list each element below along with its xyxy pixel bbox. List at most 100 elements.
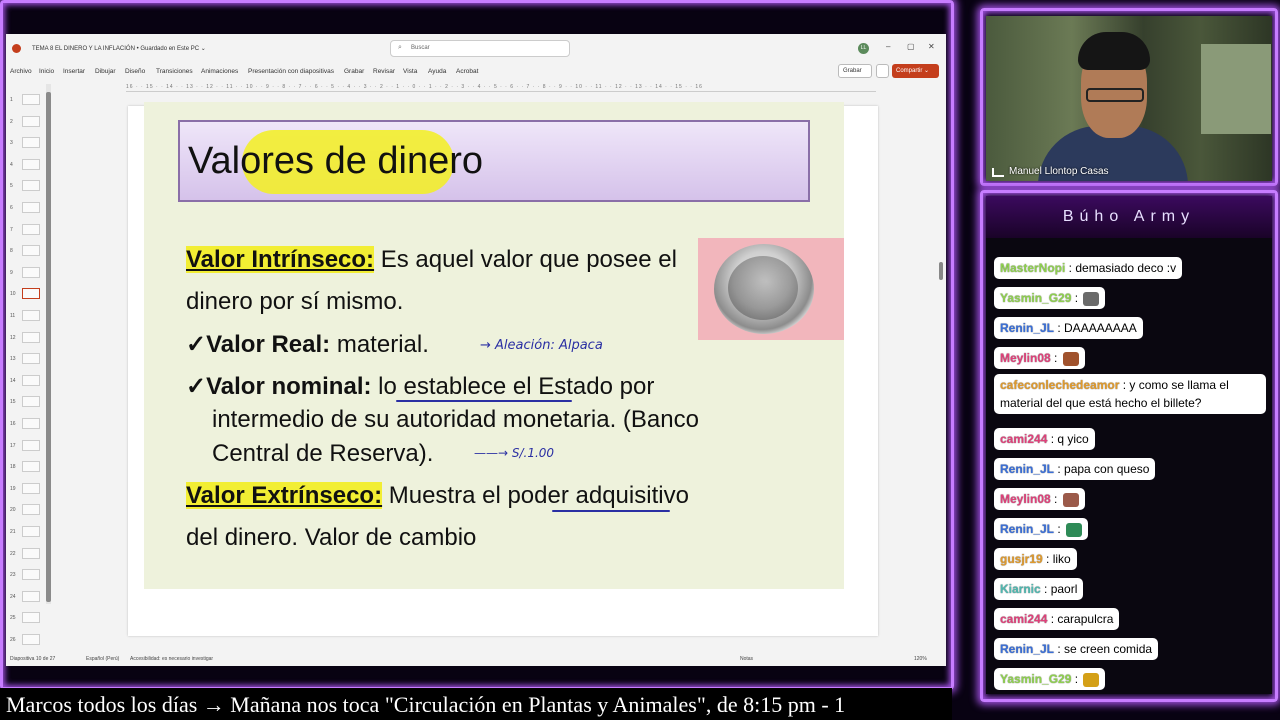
chat-text: : papa con queso: [1054, 462, 1150, 476]
intrinsic-text: Es aquel valor que posee el: [374, 246, 677, 273]
chat-username[interactable]: cami244: [1000, 612, 1047, 626]
slide-thumbnail[interactable]: [22, 245, 40, 257]
chat-username[interactable]: Renin_JL: [1000, 462, 1054, 476]
tab-revisar[interactable]: Revisar: [373, 68, 395, 75]
chat-panel: Búho Army MasterNopi : demasiado deco :v…: [986, 196, 1272, 694]
record-button[interactable]: Grabar: [838, 64, 872, 78]
slide-thumbnail[interactable]: [22, 310, 40, 321]
stream-overlay: { "window": { "title": "TEMA 8 EL DINERO…: [0, 0, 1280, 720]
slide-thumbnail[interactable]: [22, 439, 40, 451]
thumbnail-number: 6: [10, 205, 13, 211]
slide-thumbnail[interactable]: [22, 331, 40, 343]
slide-thumbnail[interactable]: [22, 418, 40, 429]
chat-username[interactable]: MasterNopi: [1000, 261, 1065, 275]
zoom-level[interactable]: 120%: [914, 656, 927, 662]
chat-message: Renin_JL :: [994, 518, 1089, 540]
chat-header: Búho Army: [986, 196, 1272, 238]
slide-thumbnail[interactable]: [22, 288, 40, 300]
slide-thumbnail[interactable]: [22, 374, 40, 386]
slide-thumbnail[interactable]: [22, 137, 40, 149]
chat-username[interactable]: gusjr19: [1000, 552, 1043, 566]
slide-thumbnail[interactable]: [22, 266, 40, 278]
chat-username[interactable]: Yasmin_G29: [1000, 672, 1071, 686]
scrollbar-thumb[interactable]: [939, 262, 943, 280]
maximize-button[interactable]: ▢: [907, 42, 915, 51]
tab-inicio[interactable]: Inicio: [39, 68, 54, 75]
chat-username[interactable]: Renin_JL: [1000, 321, 1054, 335]
tab-grabar[interactable]: Grabar: [344, 68, 364, 75]
tab-presentacion[interactable]: Presentación con diapositivas: [248, 68, 334, 75]
tab-dibujar[interactable]: Dibujar: [95, 68, 116, 75]
editor-scrollbar[interactable]: [939, 92, 943, 652]
chat-username[interactable]: Renin_JL: [1000, 642, 1054, 656]
language-indicator[interactable]: Español (Perú): [86, 656, 119, 662]
chat-text: : q yico: [1047, 432, 1089, 446]
chat-username[interactable]: Renin_JL: [1000, 522, 1054, 536]
chat-text: : liko: [1042, 552, 1071, 566]
slide-thumbnail[interactable]: [22, 569, 40, 581]
slide-thumbnail[interactable]: [22, 634, 40, 645]
status-bar: Diapositiva 10 de 27 Español (Perú) Acce…: [6, 652, 946, 666]
chat-username[interactable]: cafeconlechedeamor: [1000, 378, 1119, 392]
thumbnail-number: 19: [10, 485, 16, 492]
tab-diseno[interactable]: Diseño: [125, 68, 145, 75]
tab-animaciones[interactable]: Animaciones: [201, 68, 238, 75]
chat-username[interactable]: Yasmin_G29: [1000, 291, 1071, 305]
chat-username[interactable]: Meylin08: [1000, 351, 1051, 365]
chat-message: Renin_JL : papa con queso: [994, 458, 1156, 480]
slide-thumbnail[interactable]: [22, 590, 40, 602]
slide-thumbnail[interactable]: [22, 223, 40, 235]
slide-thumbnail[interactable]: [22, 396, 40, 408]
real-line: ✓Valor Real: material.: [186, 330, 429, 359]
tab-acrobat[interactable]: Acrobat: [456, 68, 478, 75]
slide-thumbnail[interactable]: [22, 526, 40, 537]
extrinsic-line-2: del dinero. Valor de cambio: [186, 524, 477, 551]
notes-button[interactable]: Notas: [740, 656, 753, 662]
chat-username[interactable]: Meylin08: [1000, 492, 1051, 506]
slide-thumbnail[interactable]: [22, 547, 40, 559]
thumbnail-number: 2: [10, 118, 13, 125]
presenter-glasses: [1086, 88, 1144, 102]
signal-icon: [992, 168, 1004, 177]
tab-ayuda[interactable]: Ayuda: [428, 68, 446, 75]
title-bar: TEMA 8 EL DINERO Y LA INFLACIÓN • Guarda…: [6, 34, 946, 62]
chat-text: :: [1050, 492, 1061, 506]
comments-button[interactable]: [876, 64, 889, 78]
slide-thumbnail[interactable]: [22, 353, 40, 365]
search-input[interactable]: ⌕ Buscar: [390, 40, 570, 57]
tab-transiciones[interactable]: Transiciones: [156, 68, 193, 75]
chat-text: : DAAAAAAAA: [1054, 321, 1137, 335]
chat-username[interactable]: cami244: [1000, 432, 1047, 446]
thumbnail-number: 16: [10, 421, 16, 427]
tab-archivo[interactable]: Archivo: [10, 68, 32, 75]
slide-thumbnail[interactable]: [22, 202, 40, 213]
extrinsic-label-text: Valor Extrínseco:: [186, 482, 383, 509]
thumbnail-scrollbar[interactable]: [46, 84, 51, 604]
emote-icon: [1062, 351, 1079, 366]
chat-text: : se creen comida: [1054, 642, 1153, 656]
nominal-underline: [396, 400, 572, 402]
tab-vista[interactable]: Vista: [403, 68, 417, 75]
slide-thumbnail[interactable]: [22, 461, 40, 473]
avatar[interactable]: LL: [858, 43, 869, 54]
ribbon-tabs: Archivo Inicio Insertar Dibujar Diseño T…: [6, 66, 946, 80]
slide-thumbnail[interactable]: [22, 158, 40, 170]
thumbnail-number: 13: [10, 356, 16, 363]
share-button[interactable]: Compartir ⌄: [892, 64, 939, 78]
accessibility-indicator[interactable]: Accesibilidad: es necesario investigar: [130, 656, 213, 662]
slide-thumbnail[interactable]: [22, 115, 40, 127]
chat-username[interactable]: Kiarnic: [1000, 582, 1041, 596]
thumbnail-number: 17: [10, 442, 16, 449]
intrinsic-line: Valor Intrínseco: Es aquel valor que pos…: [186, 246, 677, 274]
slide-thumbnail[interactable]: [22, 180, 40, 192]
thumbnail-number: 23: [10, 572, 16, 579]
close-button[interactable]: ✕: [928, 42, 935, 51]
thumbnail-number: 12: [10, 334, 16, 341]
slide-thumbnail[interactable]: [22, 504, 40, 516]
thumbnail-number: 25: [10, 615, 16, 622]
tab-insertar[interactable]: Insertar: [63, 68, 85, 75]
slide-thumbnail[interactable]: [22, 612, 40, 624]
minimize-button[interactable]: –: [886, 42, 890, 51]
slide-thumbnail[interactable]: [22, 94, 40, 105]
slide-thumbnail[interactable]: [22, 482, 40, 494]
